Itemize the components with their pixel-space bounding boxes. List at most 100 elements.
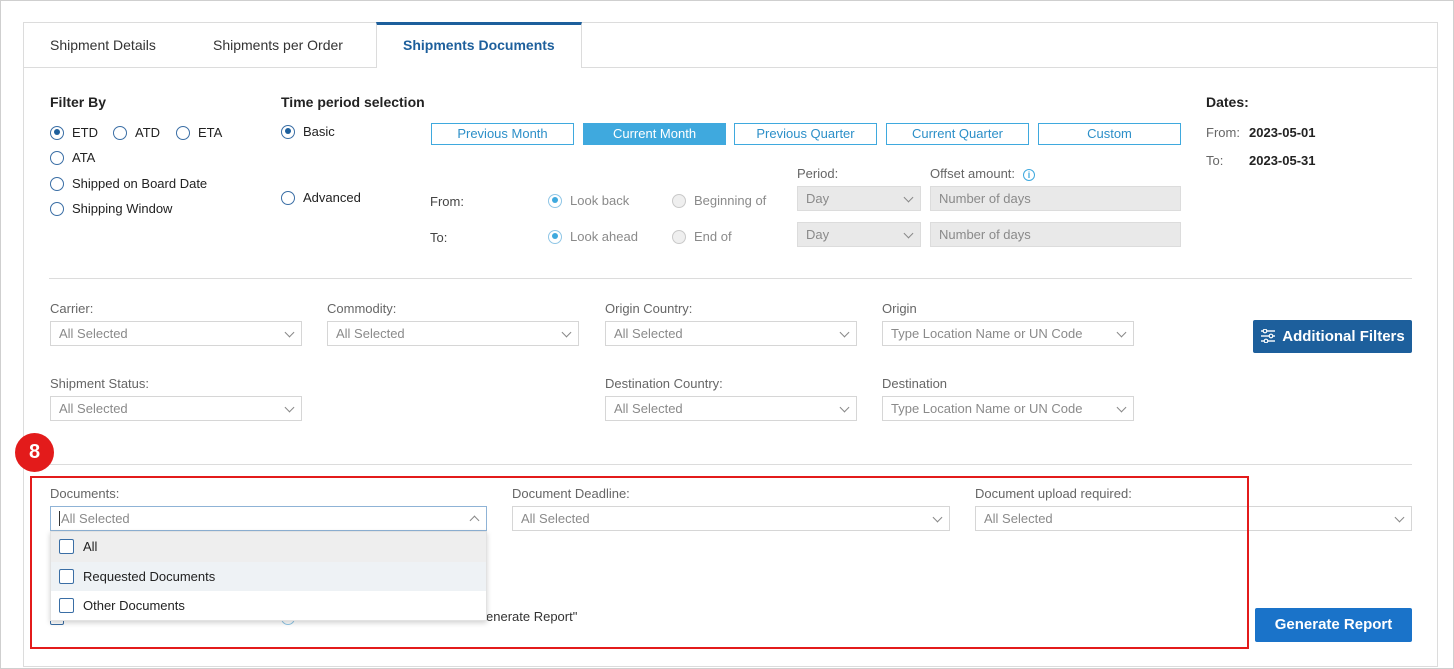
divider bbox=[49, 464, 1412, 465]
tab-shipment-details[interactable]: Shipment Details bbox=[24, 23, 182, 68]
current-month-button[interactable]: Current Month bbox=[583, 123, 726, 145]
input-placeholder: Number of days bbox=[939, 191, 1031, 206]
highlight-box bbox=[30, 476, 1249, 649]
radio-eta[interactable]: ETA bbox=[176, 125, 222, 140]
select-value: Day bbox=[806, 227, 830, 242]
to-offset-input[interactable]: Number of days bbox=[930, 222, 1181, 247]
radio-icon bbox=[281, 124, 295, 139]
radio-icon bbox=[281, 190, 295, 205]
radio-look-ahead[interactable]: Look ahead bbox=[548, 229, 638, 244]
radio-icon bbox=[548, 193, 562, 208]
generate-report-button[interactable]: Generate Report bbox=[1255, 608, 1412, 642]
radio-label: ETD bbox=[72, 125, 98, 140]
carrier-select[interactable]: All Selected bbox=[50, 321, 302, 346]
carrier-label: Carrier: bbox=[50, 301, 94, 316]
destination-label: Destination bbox=[882, 376, 948, 391]
input-placeholder: Number of days bbox=[939, 227, 1031, 242]
radio-label: ETA bbox=[198, 125, 223, 140]
chevron-down-icon bbox=[1116, 327, 1127, 338]
period-label: Period: bbox=[797, 166, 839, 181]
to-period-select[interactable]: Day bbox=[797, 222, 921, 247]
radio-icon bbox=[50, 176, 64, 191]
divider bbox=[49, 278, 1412, 279]
radio-atd[interactable]: ATD bbox=[113, 125, 160, 140]
radio-icon bbox=[50, 125, 64, 140]
chevron-down-icon bbox=[561, 327, 572, 338]
radio-label: ATA bbox=[72, 150, 96, 165]
select-value: Type Location Name or UN Code bbox=[891, 401, 1083, 416]
radio-look-back[interactable]: Look back bbox=[548, 193, 629, 208]
radio-basic[interactable]: Basic bbox=[281, 124, 335, 139]
destination-country-label: Destination Country: bbox=[605, 376, 723, 391]
radio-icon bbox=[50, 150, 64, 165]
chevron-down-icon bbox=[839, 402, 850, 413]
origin-label: Origin bbox=[882, 301, 917, 316]
time-period-title: Time period selection bbox=[281, 94, 425, 110]
radio-icon bbox=[672, 229, 686, 244]
radio-label: Shipped on Board Date bbox=[72, 176, 208, 191]
from-offset-input[interactable]: Number of days bbox=[930, 186, 1181, 211]
select-value: All Selected bbox=[59, 326, 128, 341]
step-marker: 8 bbox=[15, 433, 54, 472]
dates-title: Dates: bbox=[1206, 94, 1249, 110]
dates-from-label: From: bbox=[1206, 125, 1240, 140]
origin-country-select[interactable]: All Selected bbox=[605, 321, 857, 346]
info-icon[interactable]: i bbox=[1023, 169, 1036, 181]
radio-icon bbox=[113, 125, 127, 140]
select-value: All Selected bbox=[59, 401, 128, 416]
select-value: Type Location Name or UN Code bbox=[891, 326, 1083, 341]
radio-label: Basic bbox=[303, 124, 335, 139]
offset-label: Offset amount: i bbox=[930, 166, 1036, 181]
commodity-label: Commodity: bbox=[327, 301, 397, 316]
chevron-down-icon bbox=[1116, 402, 1127, 413]
radio-icon bbox=[176, 125, 190, 140]
previous-quarter-button[interactable]: Previous Quarter bbox=[734, 123, 877, 145]
radio-label: Beginning of bbox=[694, 193, 767, 208]
tab-shipments-documents[interactable]: Shipments Documents bbox=[376, 22, 582, 68]
dates-to-value: 2023-05-31 bbox=[1249, 153, 1316, 168]
filter-by-title: Filter By bbox=[50, 94, 107, 110]
radio-icon bbox=[672, 193, 686, 208]
radio-beginning-of[interactable]: Beginning of bbox=[672, 193, 766, 208]
select-value: All Selected bbox=[336, 326, 405, 341]
radio-label: End of bbox=[694, 229, 732, 244]
radio-label: Advanced bbox=[303, 190, 361, 205]
dates-from-value: 2023-05-01 bbox=[1249, 125, 1316, 140]
chevron-down-icon bbox=[284, 402, 295, 413]
current-quarter-button[interactable]: Current Quarter bbox=[886, 123, 1029, 145]
to-label: To: bbox=[430, 230, 448, 245]
tab-shipments-per-order[interactable]: Shipments per Order bbox=[187, 23, 369, 68]
from-period-select[interactable]: Day bbox=[797, 186, 921, 211]
commodity-select[interactable]: All Selected bbox=[327, 321, 579, 346]
origin-select[interactable]: Type Location Name or UN Code bbox=[882, 321, 1134, 346]
additional-filters-button[interactable]: Additional Filters bbox=[1253, 320, 1412, 353]
select-value: All Selected bbox=[614, 401, 683, 416]
radio-label: Shipping Window bbox=[72, 201, 173, 216]
origin-country-label: Origin Country: bbox=[605, 301, 693, 316]
radio-shipped-on-board[interactable]: Shipped on Board Date bbox=[50, 176, 207, 191]
shipment-status-label: Shipment Status: bbox=[50, 376, 149, 391]
additional-filters-label: Additional Filters bbox=[1282, 328, 1405, 345]
radio-icon bbox=[548, 229, 562, 244]
radio-advanced[interactable]: Advanced bbox=[281, 190, 361, 205]
radio-etd[interactable]: ETD bbox=[50, 125, 98, 140]
shipment-status-select[interactable]: All Selected bbox=[50, 396, 302, 421]
destination-country-select[interactable]: All Selected bbox=[605, 396, 857, 421]
radio-label: ATD bbox=[135, 125, 161, 140]
radio-label: Look back bbox=[570, 193, 630, 208]
chevron-down-icon bbox=[284, 327, 295, 338]
custom-button[interactable]: Custom bbox=[1038, 123, 1181, 145]
previous-month-button[interactable]: Previous Month bbox=[431, 123, 574, 145]
destination-select[interactable]: Type Location Name or UN Code bbox=[882, 396, 1134, 421]
radio-icon bbox=[50, 201, 64, 216]
select-value: Day bbox=[806, 191, 830, 206]
radio-label: Look ahead bbox=[570, 229, 638, 244]
from-label: From: bbox=[430, 194, 464, 209]
radio-shipping-window[interactable]: Shipping Window bbox=[50, 201, 172, 216]
sliders-icon bbox=[1261, 328, 1276, 344]
radio-end-of[interactable]: End of bbox=[672, 229, 732, 244]
radio-ata[interactable]: ATA bbox=[50, 150, 95, 165]
tab-bar: Shipment Details Shipments per Order Shi… bbox=[24, 22, 1437, 68]
chevron-down-icon bbox=[1394, 512, 1405, 523]
chevron-down-icon bbox=[839, 327, 850, 338]
